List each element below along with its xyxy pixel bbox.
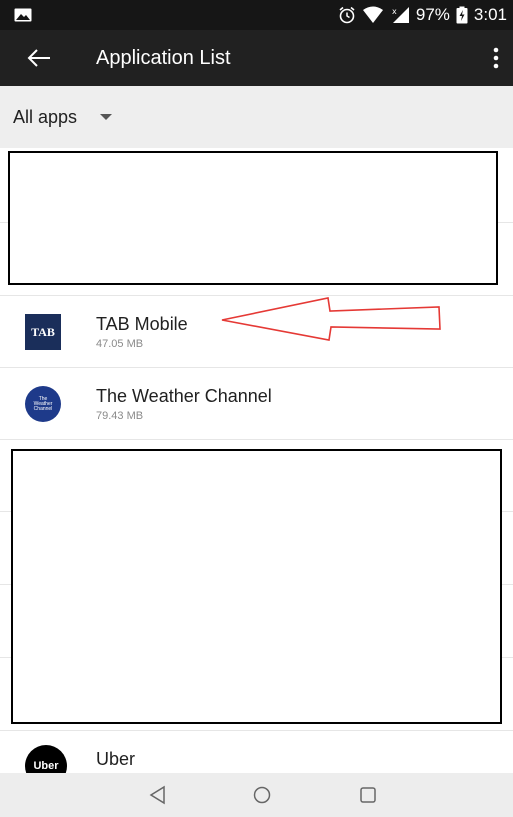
status-icons: x 97% 3:01	[332, 0, 507, 30]
app-bar: Application List	[0, 30, 513, 86]
redacted-region	[11, 449, 502, 724]
status-bar: x 97% 3:01	[0, 0, 513, 30]
clock-time: 3:01	[473, 5, 507, 24]
signal-icon: x	[392, 7, 409, 23]
tab-mobile-app-icon: TAB	[25, 314, 61, 350]
uber-app-icon: Uber	[25, 745, 67, 773]
filter-label: All apps	[13, 106, 78, 127]
list-item-uber[interactable]: Uber Uber	[0, 731, 513, 773]
tab-logo: TAB	[25, 314, 61, 350]
alarm-icon	[339, 6, 355, 24]
twc-logo-line: Channel	[33, 405, 53, 412]
more-vert-icon[interactable]	[493, 47, 499, 69]
app-name: The Weather Channel	[96, 386, 272, 406]
battery-icon	[456, 6, 468, 24]
annotation-arrow-icon	[221, 297, 441, 341]
dropdown-caret-icon	[100, 114, 113, 120]
back-arrow-icon[interactable]	[26, 46, 52, 70]
page-title: Application List	[96, 47, 231, 69]
weather-channel-app-icon: The Weather Channel	[25, 386, 61, 422]
app-name: TAB Mobile	[96, 314, 188, 334]
back-triangle-icon[interactable]	[148, 785, 168, 805]
twc-logo: The Weather Channel	[25, 386, 61, 422]
filter-bar: All apps	[0, 86, 513, 148]
gallery-icon	[14, 8, 32, 22]
app-name: Uber	[96, 749, 136, 769]
recents-square-icon[interactable]	[358, 785, 378, 805]
list-item-the-weather-channel[interactable]: The Weather Channel The Weather Channel …	[0, 368, 513, 440]
system-navigation-bar	[0, 773, 513, 817]
svg-text:x: x	[392, 7, 397, 16]
wifi-icon	[362, 6, 383, 23]
redacted-region	[8, 151, 498, 285]
app-size: 79.43 MB	[96, 410, 144, 422]
app-filter-dropdown[interactable]: All apps	[13, 98, 113, 136]
battery-percent: 97%	[415, 5, 450, 24]
app-size: 47.05 MB	[96, 338, 144, 350]
home-circle-icon[interactable]	[252, 785, 272, 805]
uber-logo: Uber	[25, 745, 67, 773]
